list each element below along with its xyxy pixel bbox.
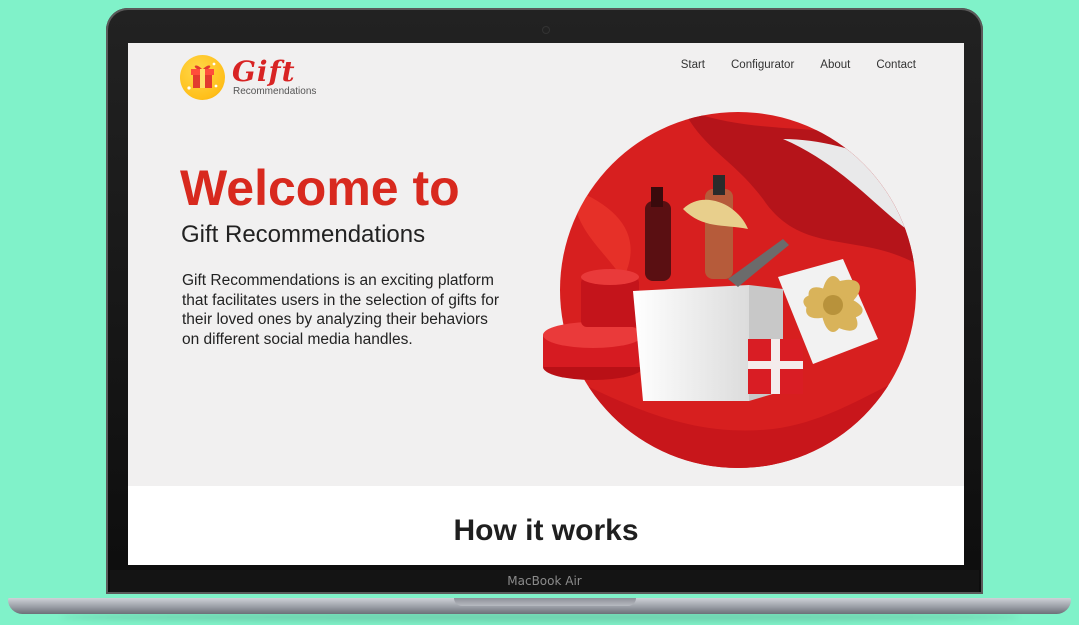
- how-it-works-section: How it works: [128, 486, 964, 565]
- hero-title: Welcome to: [180, 160, 460, 216]
- main-nav: Start Configurator About Contact: [681, 59, 916, 71]
- laptop-notch: [454, 598, 636, 606]
- nav-configurator[interactable]: Configurator: [731, 59, 794, 71]
- camera: [543, 27, 549, 33]
- gift-hero-image: [533, 109, 925, 471]
- website-screen: Gift Recommendations Start Configurator …: [128, 43, 964, 565]
- logo-subtext: Recommendations: [233, 86, 317, 97]
- nav-contact[interactable]: Contact: [876, 59, 916, 71]
- gift-icon: [180, 55, 225, 100]
- device-label: MacBook Air: [507, 574, 582, 588]
- how-it-works-title: How it works: [453, 514, 639, 547]
- nav-about[interactable]: About: [820, 59, 850, 71]
- site-logo[interactable]: Gift Recommendations: [180, 53, 330, 103]
- logo-text: Gift: [232, 55, 296, 88]
- nav-start[interactable]: Start: [681, 59, 705, 71]
- hero-subtitle: Gift Recommendations: [181, 221, 426, 248]
- laptop-chin: MacBook Air: [110, 570, 979, 592]
- hero-description: Gift Recommendations is an exciting plat…: [182, 272, 500, 348]
